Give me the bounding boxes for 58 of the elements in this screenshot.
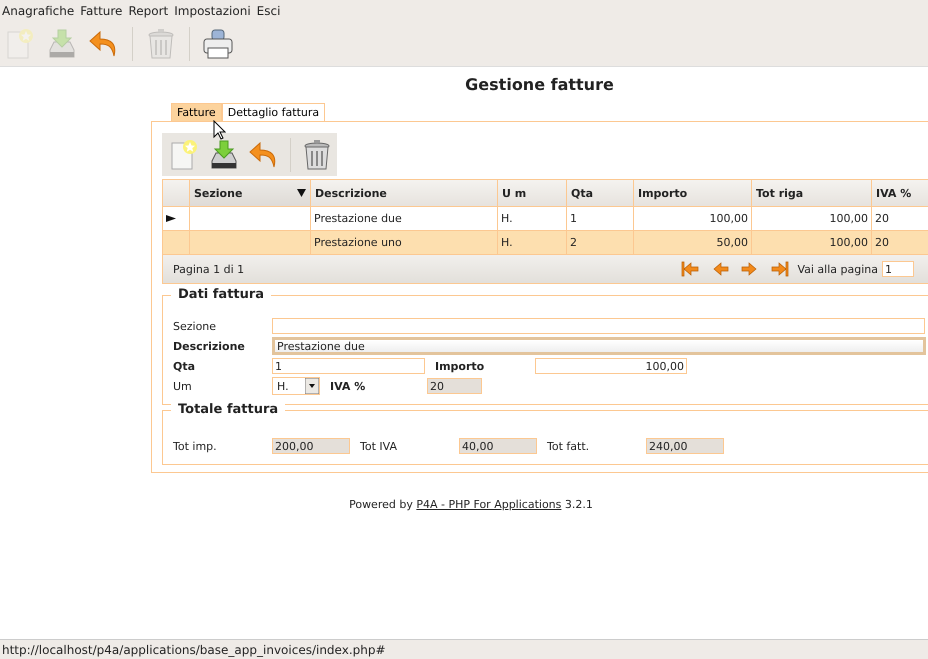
table-row[interactable]: Prestazione due H. 1 100,00 100,00 20 xyxy=(163,206,928,230)
new-document-icon xyxy=(5,28,35,60)
descrizione-field[interactable]: Prestazione due xyxy=(272,337,926,355)
field-label: Importo xyxy=(435,360,486,372)
footer-link[interactable]: P4A - PHP For Applications xyxy=(416,498,562,511)
table-cell: 100,00 xyxy=(830,236,868,249)
goto-page-label: Vai alla pagina xyxy=(797,262,878,276)
qta-field[interactable]: 1 xyxy=(272,358,425,374)
table-cell: H. xyxy=(501,236,513,249)
field-label: Sezione xyxy=(173,320,218,332)
table-cell: 50,00 xyxy=(716,236,748,249)
new-document-icon xyxy=(169,138,199,170)
field-label: Tot fatt. xyxy=(547,440,590,452)
field-label: Descrizione xyxy=(173,340,246,352)
menu-item[interactable]: Anagrafiche xyxy=(0,4,78,18)
menu-item[interactable]: Impostazioni xyxy=(172,4,255,18)
column-header[interactable]: Sezione xyxy=(190,180,311,206)
mouse-pointer-icon xyxy=(213,120,226,140)
status-bar: http://localhost/p4a/applications/base_app_invoices/index.php# xyxy=(0,639,928,659)
field-label: Tot IVA xyxy=(360,440,398,452)
page-info: Pagina 1 di 1 xyxy=(173,262,244,276)
table-cell: 100,00 xyxy=(830,212,868,225)
importo-field[interactable]: 100,00 xyxy=(535,358,687,374)
trash-can-icon xyxy=(147,28,175,60)
menu-item[interactable]: Fatture xyxy=(78,4,126,18)
next-page-icon[interactable] xyxy=(741,261,760,277)
footer-text: Powered by P4A - PHP For Applications 3.2.1 xyxy=(349,498,593,511)
tab[interactable]: Fatture xyxy=(171,103,222,121)
last-page-icon[interactable] xyxy=(771,261,790,277)
first-page-icon[interactable] xyxy=(681,261,700,277)
printer-icon xyxy=(201,28,235,60)
prev-page-icon[interactable] xyxy=(711,261,730,277)
trash-can-icon xyxy=(303,138,331,170)
sort-down-icon xyxy=(297,189,306,197)
total-field[interactable]: 200,00 xyxy=(272,438,350,454)
goto-page-field[interactable]: 1 xyxy=(882,261,914,277)
table-cell: 20 xyxy=(875,212,889,225)
field-label: Um xyxy=(173,380,193,392)
total-field[interactable]: 40,00 xyxy=(459,438,537,454)
field-label: Tot imp. xyxy=(173,440,218,452)
sezione-field[interactable] xyxy=(272,318,925,334)
table-cell: H. xyxy=(501,212,513,225)
total-field[interactable]: 240,00 xyxy=(646,438,724,454)
dropdown-arrow-icon xyxy=(305,378,319,394)
tab[interactable]: Dettaglio fattura xyxy=(222,103,326,121)
table-cell: 2 xyxy=(570,236,577,249)
menu-item[interactable]: Esci xyxy=(254,4,284,18)
table-row[interactable]: Prestazione uno H. 2 50,00 100,00 20 xyxy=(163,230,928,254)
table-cell: Prestazione uno xyxy=(314,236,402,249)
field-label: Qta xyxy=(173,360,196,372)
um-select[interactable]: H. xyxy=(272,377,320,395)
menu-item[interactable]: Report xyxy=(126,4,172,18)
table-cell: 100,00 xyxy=(710,212,748,225)
field-label: IVA % xyxy=(330,380,366,392)
table-cell: 1 xyxy=(570,212,577,225)
table-cell: Prestazione due xyxy=(314,212,402,225)
page-title: Gestione fatture xyxy=(464,75,615,95)
table-cell: 20 xyxy=(875,236,889,249)
